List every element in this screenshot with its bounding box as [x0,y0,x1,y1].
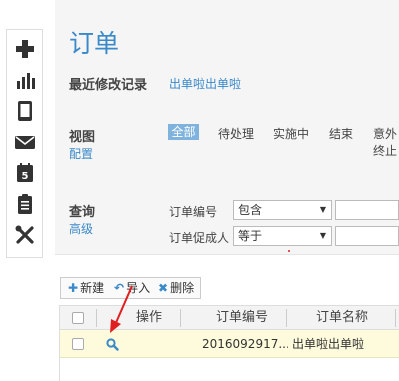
app-root: { "page": { "title": "订单" }, "recent": {… [0,0,399,381]
annotation-arrow-icon [110,250,290,333]
